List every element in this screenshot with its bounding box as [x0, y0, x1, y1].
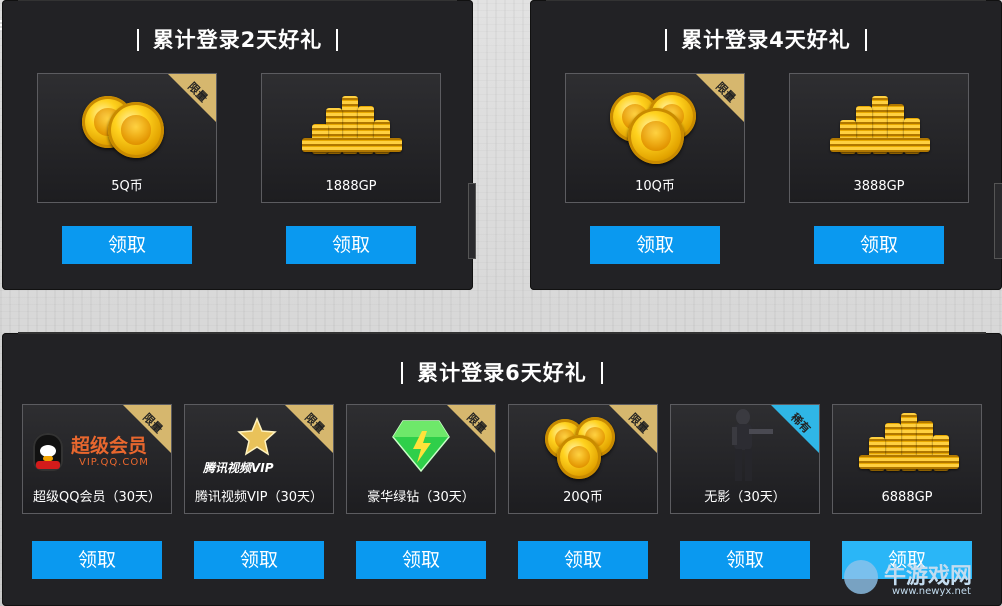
green-diamond-icon: [392, 420, 450, 473]
panel-title: 累计登录6天好礼: [2, 357, 1002, 387]
reward-label: 超级QQ会员（30天）: [32, 490, 161, 505]
reward-label: 3888GP: [853, 179, 905, 194]
q-coins-icon: [628, 108, 684, 164]
reward-card: 3888GP: [789, 73, 969, 203]
panel-title-text: 累计登录6天好礼: [417, 361, 587, 385]
claim-button[interactable]: 领取: [590, 226, 720, 264]
video-vip-logo-text: 腾讯视频VIP: [203, 461, 274, 475]
login-day4-panel: 累计登录4天好礼 限量 10Q币 3888GP 领取 领取: [530, 0, 1002, 290]
title-divider: [336, 29, 339, 51]
reward-card: 限量 5Q币: [37, 73, 217, 203]
claim-button[interactable]: 领取: [680, 541, 810, 579]
title-divider: [401, 362, 404, 384]
claim-button[interactable]: 领取: [62, 226, 192, 264]
claim-button[interactable]: 领取: [356, 541, 486, 579]
claim-button[interactable]: 领取: [814, 226, 944, 264]
reward-label: 腾讯视频VIP（30天）: [194, 490, 324, 505]
panel-title-text: 累计登录4天好礼: [681, 28, 851, 52]
limited-ribbon: 限量: [123, 405, 171, 453]
panel-title: 累计登录2天好礼: [2, 24, 473, 54]
limited-ribbon: 限量: [609, 405, 657, 453]
gold-coin-pile-icon: [302, 96, 402, 166]
reward-label: 10Q币: [635, 179, 675, 194]
reward-card: 腾讯视频VIP 限量 腾讯视频VIP（30天）: [184, 404, 334, 514]
q-coins-icon: [108, 102, 164, 158]
side-handle: [468, 183, 476, 259]
gold-coin-pile-icon: [859, 413, 959, 483]
title-divider: [600, 362, 603, 384]
limited-ribbon: 限量: [285, 405, 333, 453]
reward-card: 限量 10Q币: [565, 73, 745, 203]
watermark-url: www.newyx.net: [892, 586, 971, 597]
title-divider: [864, 29, 867, 51]
reward-label: 5Q币: [111, 179, 143, 194]
super-member-logo-sub: VIP.QQ.COM: [79, 457, 149, 468]
mascot-icon: [844, 560, 878, 594]
limited-ribbon: 限量: [168, 74, 216, 122]
title-divider: [665, 29, 668, 51]
reward-card: 限量 豪华绿钻（30天）: [346, 404, 496, 514]
reward-card: 6888GP: [832, 404, 982, 514]
reward-label: 6888GP: [881, 490, 933, 505]
claim-button[interactable]: 领取: [194, 541, 324, 579]
reward-card: 超级会员 VIP.QQ.COM 限量 超级QQ会员（30天）: [22, 404, 172, 514]
claim-button[interactable]: 领取: [286, 226, 416, 264]
login-day2-panel: 累计登录2天好礼 限量 5Q币 1888GP 领取 领取: [2, 0, 476, 290]
reward-label: 无影（30天）: [704, 490, 786, 505]
reward-label: 20Q币: [563, 490, 603, 505]
claim-button[interactable]: 领取: [518, 541, 648, 579]
gold-coin-pile-icon: [830, 96, 930, 166]
side-handle: [994, 183, 1002, 259]
panel-title-text: 累计登录2天好礼: [152, 28, 323, 52]
reward-label: 豪华绿钻（30天）: [367, 490, 475, 505]
panel-title: 累计登录4天好礼: [530, 24, 1002, 54]
reward-card: 稀有 无影（30天）: [670, 404, 820, 514]
reward-label: 1888GP: [325, 179, 377, 194]
reward-card: 限量 20Q币: [508, 404, 658, 514]
limited-ribbon: 限量: [447, 405, 495, 453]
rare-ribbon: 稀有: [771, 405, 819, 453]
reward-card: 1888GP: [261, 73, 441, 203]
site-watermark: 牛游戏网 www.newyx.net: [844, 558, 994, 602]
limited-ribbon: 限量: [696, 74, 744, 122]
title-divider: [136, 29, 139, 51]
claim-button[interactable]: 领取: [32, 541, 162, 579]
soldier-character-icon: [732, 409, 773, 481]
